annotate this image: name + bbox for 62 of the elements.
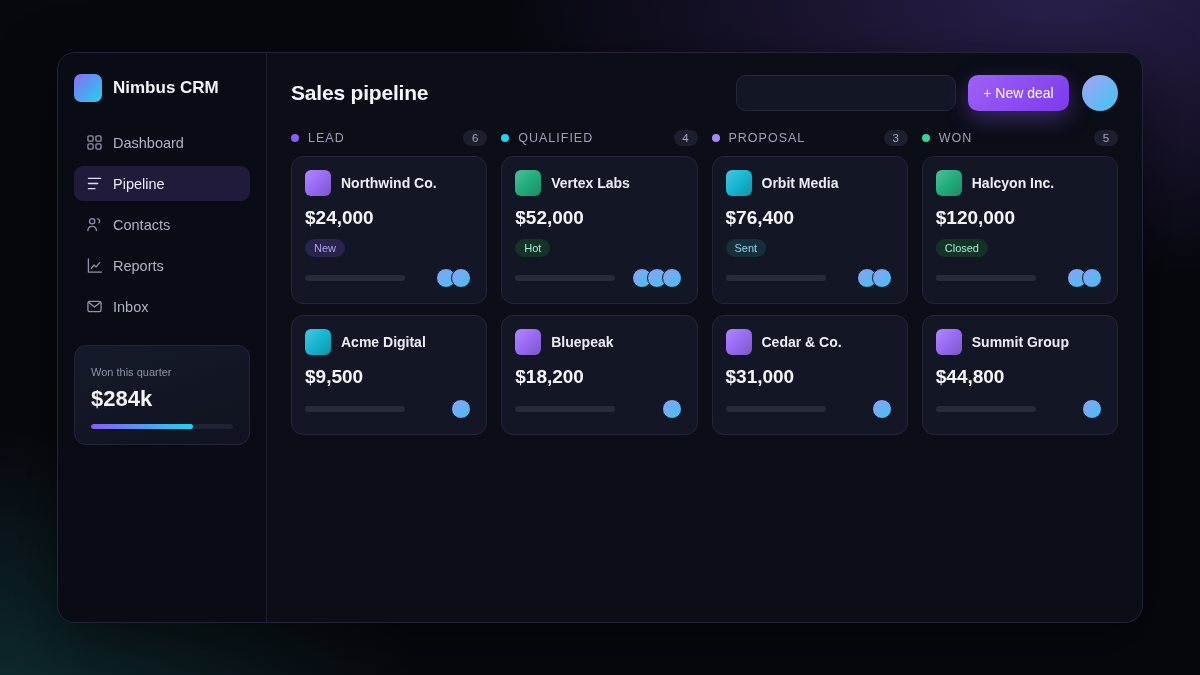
- deal-amount: $44,800: [935, 366, 1006, 388]
- column-title: WON: [938, 131, 974, 145]
- line-chart-icon: [87, 258, 102, 273]
- deal-card[interactable]: Orbit Media $76,400 Sent: [711, 156, 908, 304]
- avatar-icon: [451, 399, 472, 419]
- company-name: Cedar & Co.: [761, 334, 842, 350]
- company-name: Bluepeak: [551, 334, 614, 350]
- sidebar-item[interactable]: Dashboard: [74, 125, 250, 160]
- deal-amount: $9,500: [305, 366, 365, 388]
- search-field[interactable]: [736, 75, 956, 111]
- grid-icon: [87, 135, 102, 150]
- status-tag: Hot: [515, 239, 551, 257]
- deal-card[interactable]: Halcyon Inc. $120,000 Closed: [921, 156, 1118, 304]
- deal-amount: $120,000: [935, 207, 1016, 229]
- company-name: Northwind Co.: [341, 175, 437, 191]
- deal-card[interactable]: Summit Group $44,800: [921, 315, 1118, 435]
- new-deal-button[interactable]: + New deal: [968, 75, 1069, 111]
- count-badge: 4: [673, 130, 698, 146]
- avatar-icon[interactable]: [1082, 75, 1118, 111]
- count-badge: 6: [463, 130, 488, 146]
- sidebar-item[interactable]: Inbox: [74, 289, 250, 324]
- count-badge: 5: [1094, 130, 1118, 146]
- deal-amount: $76,400: [725, 207, 796, 229]
- deal-card[interactable]: Acme Digital $9,500: [291, 315, 488, 435]
- column-title: QUALIFIED: [518, 131, 595, 145]
- avatar-icon: [871, 268, 892, 288]
- status-tag: Sent: [725, 239, 767, 257]
- logo-icon: [74, 74, 102, 102]
- sidebar-item[interactable]: Contacts: [74, 207, 250, 242]
- sidebar-item[interactable]: Reports: [74, 248, 250, 283]
- page-title: Sales pipeline: [291, 81, 430, 105]
- column-title: PROPOSAL: [728, 131, 807, 145]
- count-badge: 3: [883, 130, 908, 146]
- list-icon: [87, 176, 102, 191]
- company-name: Summit Group: [971, 334, 1069, 350]
- company-name: Halcyon Inc.: [971, 175, 1055, 191]
- avatar-icon: [661, 399, 682, 419]
- deal-amount: $18,200: [515, 366, 585, 388]
- status-tag: New: [305, 239, 345, 257]
- app-name: Nimbus CRM: [113, 78, 219, 98]
- avatar-icon: [1082, 399, 1102, 419]
- status-tag: Closed: [935, 239, 988, 257]
- sidebar-item[interactable]: Pipeline: [74, 166, 250, 201]
- stats-label: Won this quarter: [91, 366, 173, 378]
- mail-icon: [87, 299, 102, 314]
- avatar-icon: [1082, 268, 1102, 288]
- deal-amount: $31,000: [725, 366, 796, 388]
- stats-value: $284k: [91, 386, 154, 412]
- avatar-icon: [871, 399, 892, 419]
- company-name: Vertex Labs: [551, 175, 630, 191]
- deal-card[interactable]: Vertex Labs $52,000 Hot: [501, 156, 698, 304]
- deal-card[interactable]: Northwind Co. $24,000 New: [291, 156, 488, 304]
- deal-card[interactable]: Cedar & Co. $31,000: [711, 315, 908, 435]
- avatar-icon: [661, 268, 682, 288]
- deal-amount: $24,000: [305, 207, 375, 229]
- deal-card[interactable]: Bluepeak $18,200: [501, 315, 698, 435]
- deal-amount: $52,000: [515, 207, 585, 229]
- avatar-icon: [451, 268, 472, 288]
- company-name: Acme Digital: [341, 334, 426, 350]
- users-icon: [87, 217, 102, 232]
- company-name: Orbit Media: [761, 175, 839, 191]
- column-title: LEAD: [308, 131, 346, 145]
